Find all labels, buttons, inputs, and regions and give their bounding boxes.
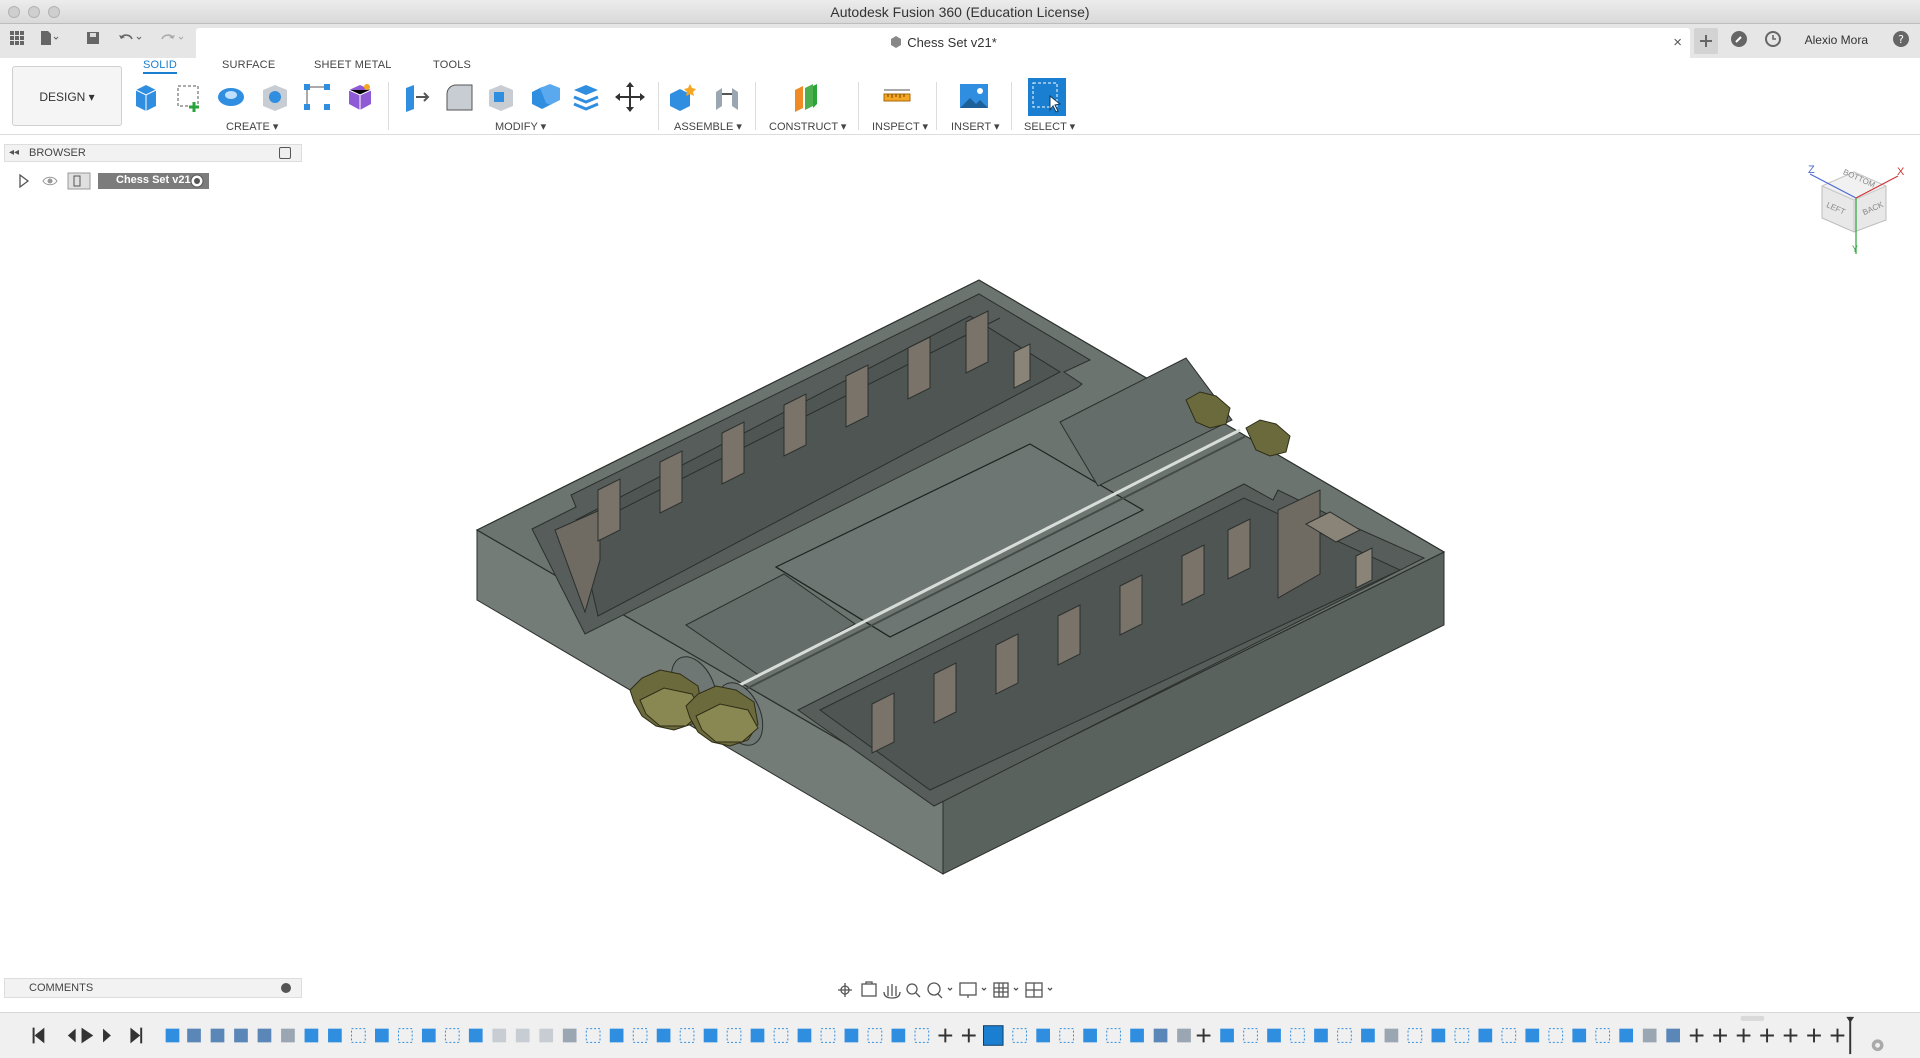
window-title: Autodesk Fusion 360 (Education License) (830, 4, 1090, 20)
press-pull-icon[interactable] (398, 80, 432, 114)
new-component-extrude-icon[interactable] (130, 80, 164, 114)
pan-icon[interactable] (883, 984, 901, 999)
select-menu[interactable]: SELECT ▾ (1024, 120, 1075, 133)
toolbar-separator (388, 82, 389, 130)
hole-icon[interactable] (258, 80, 292, 114)
timeline-settings-icon[interactable] (1871, 1039, 1884, 1052)
workspace-switcher[interactable]: DESIGN ▾ (12, 66, 122, 126)
comments-panel[interactable]: COMMENTS (4, 978, 302, 998)
go-to-end-icon[interactable] (130, 1027, 143, 1044)
form-icon[interactable] (343, 80, 377, 114)
timeline-features[interactable] (165, 1025, 1845, 1046)
minimize-window-button[interactable] (28, 6, 40, 18)
close-window-button[interactable] (8, 6, 20, 18)
viewcube-y-label: Y (1852, 244, 1859, 254)
offset-plane-icon[interactable] (789, 80, 823, 114)
viewcube-x-label: X (1897, 166, 1905, 178)
extensions-icon[interactable] (1728, 30, 1750, 52)
modify-menu[interactable]: MODIFY ▾ (495, 120, 546, 133)
combine-icon[interactable] (528, 80, 562, 114)
joint-icon[interactable] (710, 80, 744, 114)
view-cube[interactable] (1809, 171, 1899, 254)
app-grid-icon[interactable] (6, 30, 28, 52)
tab-solid[interactable]: SOLID (143, 59, 178, 74)
save-icon[interactable] (82, 30, 104, 52)
insert-menu[interactable]: INSERT ▾ (951, 120, 1000, 133)
document-tab-label: Chess Set v21* (196, 35, 1690, 50)
zoom-window-button[interactable] (48, 6, 60, 18)
timeline (0, 1012, 1920, 1058)
fillet-icon[interactable] (442, 80, 476, 114)
pattern-icon[interactable] (300, 80, 334, 114)
navigation-bar (838, 981, 1053, 999)
tab-sheet-metal[interactable]: SHEET METAL (314, 59, 392, 71)
toolbar-separator (755, 82, 756, 130)
tab-tools[interactable]: TOOLS (433, 59, 471, 71)
revolve-icon[interactable] (214, 80, 248, 114)
document-tab[interactable]: Chess Set v21* × (196, 28, 1690, 58)
toolbar: DESIGN ▾ SOLID SURFACE SHEET METAL TOOLS… (0, 58, 1920, 135)
new-component-icon[interactable] (666, 80, 700, 114)
shell-icon[interactable] (484, 80, 518, 114)
create-menu[interactable]: CREATE ▾ (226, 120, 278, 133)
select-icon[interactable] (1028, 78, 1066, 116)
help-icon[interactable]: ? (1890, 30, 1912, 52)
play-icon[interactable] (81, 1027, 94, 1044)
move-copy-icon[interactable] (613, 80, 647, 114)
svg-text:?: ? (1898, 33, 1904, 46)
create-sketch-icon[interactable] (172, 80, 206, 114)
toolbar-separator (1011, 82, 1012, 130)
component-icon (891, 36, 902, 48)
step-back-icon[interactable] (67, 1028, 76, 1043)
redo-icon[interactable] (158, 30, 188, 52)
go-to-start-icon[interactable] (32, 1027, 45, 1044)
assemble-menu[interactable]: ASSEMBLE ▾ (674, 120, 742, 133)
viewports-icon[interactable] (1025, 982, 1053, 998)
step-forward-icon[interactable] (103, 1028, 111, 1043)
viewport-canvas[interactable] (0, 135, 1920, 979)
job-status-icon[interactable] (1762, 30, 1784, 52)
tab-surface[interactable]: SURFACE (222, 59, 275, 71)
orbit-icon[interactable] (838, 983, 852, 997)
inspect-menu[interactable]: INSPECT ▾ (872, 120, 928, 133)
timeline-scrollbar[interactable] (1740, 1015, 1765, 1021)
viewcube-z-label: Z (1808, 164, 1815, 176)
new-tab-button[interactable] (1694, 28, 1718, 54)
timeline-marker-handle[interactable] (1846, 1016, 1855, 1023)
zoom-icon[interactable] (906, 983, 921, 998)
comments-title: COMMENTS (29, 982, 94, 994)
offset-face-icon[interactable] (570, 80, 604, 114)
display-settings-icon[interactable] (959, 982, 987, 998)
title-bar: Autodesk Fusion 360 (Education License) (0, 0, 1920, 24)
undo-icon[interactable] (116, 30, 146, 52)
construct-menu[interactable]: CONSTRUCT ▾ (769, 120, 846, 133)
look-at-icon[interactable] (861, 981, 877, 997)
chess-set-model[interactable] (475, 279, 1446, 875)
measure-icon[interactable] (880, 80, 914, 114)
user-name[interactable]: Alexio Mora (1805, 33, 1868, 47)
toolbar-separator (658, 82, 659, 130)
close-tab-button[interactable]: × (1673, 34, 1682, 51)
fit-icon[interactable] (927, 982, 953, 999)
file-menu-icon[interactable] (38, 30, 60, 52)
toolbar-separator (936, 82, 937, 130)
add-comment-icon[interactable] (281, 983, 291, 993)
toolbar-separator (858, 82, 859, 130)
document-tab-bar: Chess Set v21* × Alexio Mora ? (0, 24, 1920, 58)
grid-settings-icon[interactable] (993, 982, 1019, 998)
document-name: Chess Set v21* (907, 35, 997, 50)
insert-image-icon[interactable] (957, 80, 991, 114)
